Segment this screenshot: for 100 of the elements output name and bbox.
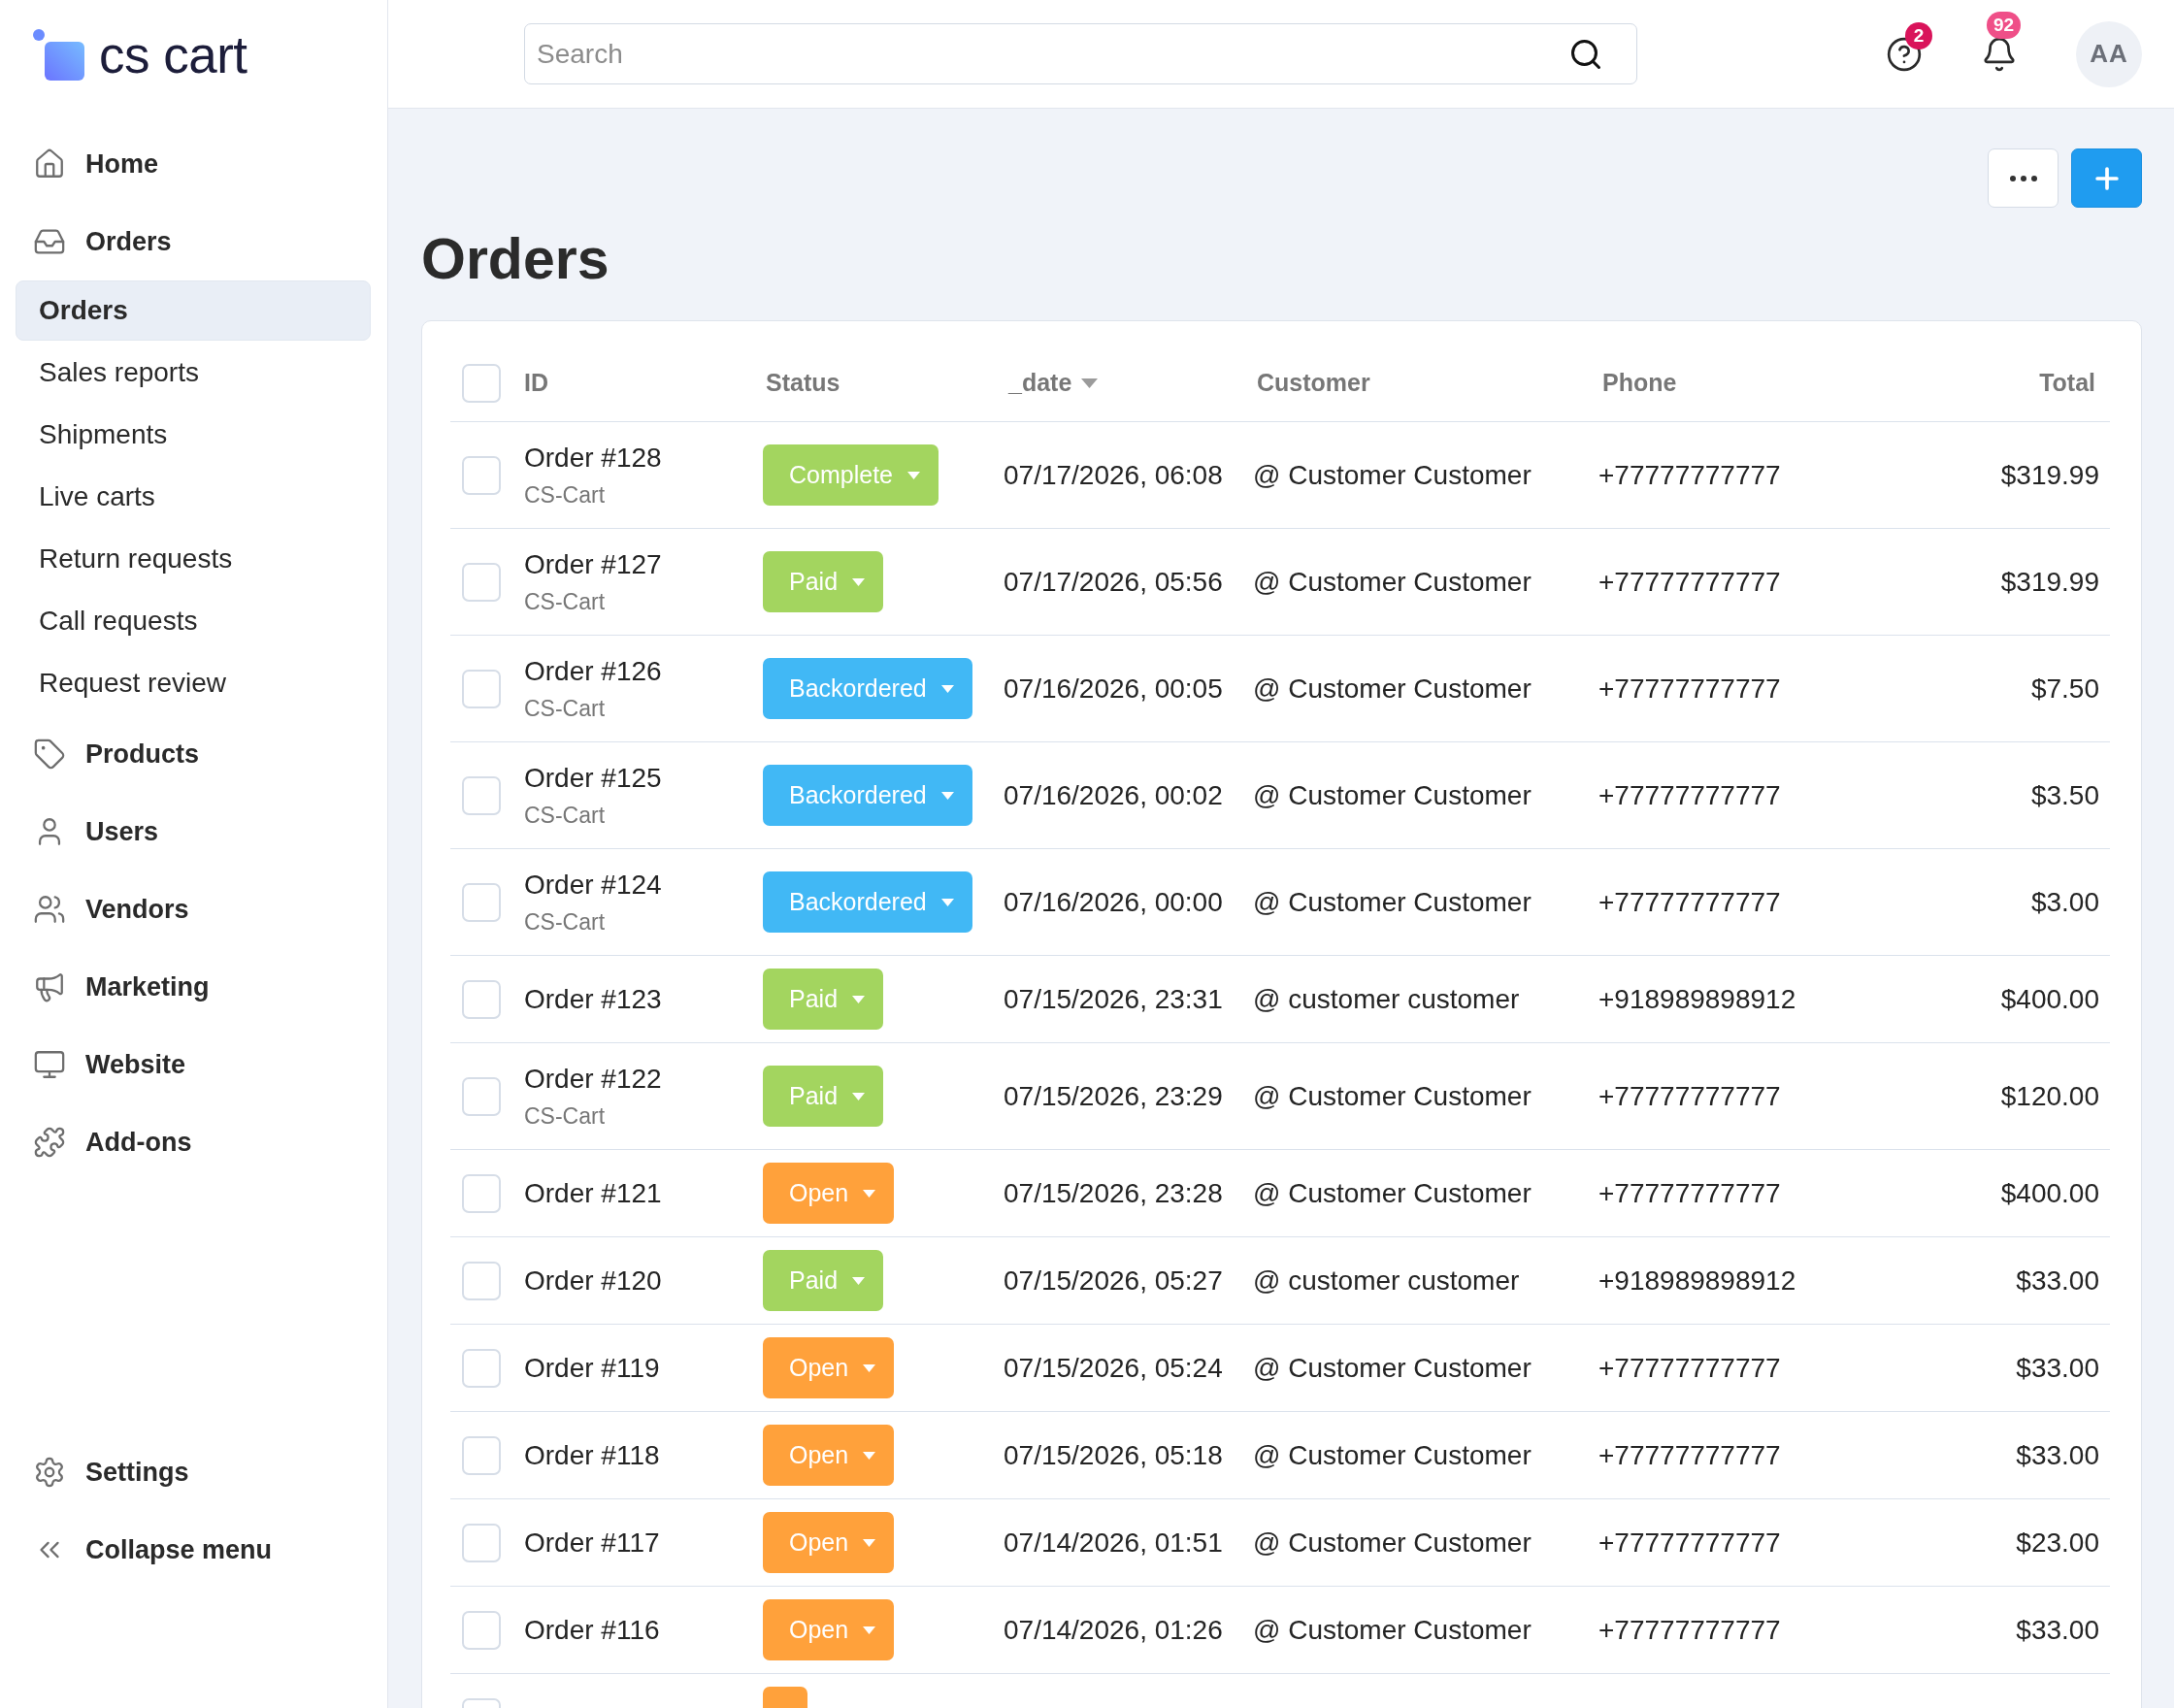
phone-number: +77777777777 [1598,565,1781,599]
order-total: $400.00 [2000,1176,2099,1210]
nav-subitem[interactable]: Call requests [16,591,371,651]
order-id[interactable]: Order #116 [524,1612,660,1648]
checkbox[interactable] [462,1076,501,1116]
add-button[interactable] [2071,148,2142,208]
nav-item[interactable]: Marketing [0,948,387,1026]
customer-name[interactable]: @ Customer Customer [1253,564,1532,600]
nav-item[interactable]: Website [0,1026,387,1103]
checkbox[interactable] [462,363,501,403]
column-header[interactable]: Phone [1602,369,1677,397]
caret-down-icon [852,1092,866,1100]
settings-icon [33,1456,66,1489]
phone-number: +77777777777 [1598,458,1781,492]
order-id[interactable]: Order #117 [524,1525,660,1560]
checkbox[interactable] [462,1173,501,1213]
customer-name[interactable]: @ Customer Customer [1253,1525,1532,1560]
caret-down-icon [863,1363,876,1372]
user-avatar[interactable]: AA [2076,20,2142,87]
customer-name[interactable]: @ Customer Customer [1253,884,1532,920]
nav-subitem[interactable]: Live carts [16,467,371,527]
nav-subitem[interactable]: Orders [16,280,371,341]
order-total: $3.00 [2030,885,2099,919]
nav-subitem[interactable]: Sales reports [16,343,371,403]
nav-item[interactable]: Users [0,793,387,870]
caret-down-icon [863,1451,876,1460]
nav-item[interactable]: Collapse menu [0,1511,387,1589]
order-id[interactable]: Order #127 [524,547,662,582]
order-id[interactable]: Order #122 [524,1062,662,1097]
order-date: 07/15/2026, 23:29 [1004,1079,1223,1113]
checkbox[interactable] [462,979,501,1019]
customer-name[interactable]: @ Customer Customer [1253,457,1532,493]
order-id[interactable]: Order #125 [524,761,662,796]
column-header[interactable]: Total [2039,369,2095,397]
customer-name[interactable]: @ Customer Customer [1253,1350,1532,1386]
checkbox[interactable] [462,882,501,922]
customer-name[interactable]: @ Customer Customer [1253,1612,1532,1648]
caret-down-icon [940,684,954,693]
order-id[interactable]: Order #119 [524,1350,660,1386]
order-id[interactable]: Order #128 [524,441,662,476]
checkbox[interactable] [462,669,501,708]
phone-number: +77777777777 [1598,1613,1781,1647]
order-id[interactable]: Order #118 [524,1437,660,1473]
column-header[interactable]: Status [766,369,840,397]
order-date: 07/15/2026, 05:27 [1004,1264,1223,1297]
puzzle-icon [33,1126,66,1159]
column-header[interactable]: _date [1008,369,1072,397]
checkbox[interactable] [462,1523,501,1562]
nav-subitem[interactable]: Return requests [16,529,371,589]
store-name: CS-Cart [524,695,606,723]
order-id[interactable]: Order #121 [524,1175,662,1211]
monitor-icon [33,1048,66,1081]
checkbox[interactable] [462,1348,501,1388]
caret-down-icon [863,1538,876,1547]
nav-item[interactable]: Products [0,715,387,793]
order-id[interactable]: Order #120 [524,1263,662,1298]
checkbox[interactable] [462,1435,501,1475]
order-total: $120.00 [2000,1079,2099,1113]
customer-name[interactable]: @ Customer Customer [1253,671,1532,706]
customer-name[interactable]: @ Customer Customer [1253,777,1532,813]
more-button[interactable] [1988,148,2059,208]
page-title: Orders [421,226,610,293]
nav-item[interactable]: Vendors [0,870,387,948]
phone-number: +77777777777 [1598,1176,1781,1210]
customer-name[interactable]: @ customer customer [1253,1263,1520,1298]
customer-name[interactable]: @ Customer Customer [1253,1175,1532,1211]
store-name: CS-Cart [524,908,606,936]
checkbox[interactable] [462,562,501,602]
nav-subitem[interactable]: Request review [16,653,371,713]
order-total: $33.00 [2016,1264,2099,1297]
caret-down-icon [852,577,866,586]
order-total: $319.99 [2000,458,2099,492]
order-id[interactable]: Order #123 [524,981,662,1017]
checkbox[interactable] [462,455,501,495]
phone-number: +77777777777 [1598,1079,1781,1113]
customer-name[interactable]: @ Customer Customer [1253,1437,1532,1473]
store-name: CS-Cart [524,588,606,616]
checkbox[interactable] [462,1261,501,1300]
order-date: 07/16/2026, 00:02 [1004,778,1223,812]
order-id[interactable]: Order #126 [524,654,662,689]
customer-name[interactable]: @ customer customer [1253,981,1520,1017]
checkbox[interactable] [462,1610,501,1650]
nav-subitem[interactable]: Shipments [16,405,371,465]
caret-down-icon [863,1626,876,1634]
order-date: 07/14/2026, 01:51 [1004,1526,1223,1560]
nav-item[interactable]: Add-ons [0,1103,387,1181]
caret-down-icon [852,1276,866,1285]
column-header[interactable]: Customer [1257,369,1370,397]
checkbox[interactable] [462,775,501,815]
search-input[interactable]: Search [537,38,1557,70]
order-date: 07/16/2026, 00:00 [1004,885,1223,919]
sort-caret-icon[interactable] [1081,378,1099,388]
nav-item[interactable]: Orders [0,203,387,280]
column-header[interactable]: ID [524,369,548,397]
order-id[interactable]: Order #124 [524,868,662,903]
nav-item[interactable]: Settings [0,1433,387,1511]
nav-item[interactable]: Home [0,125,387,203]
order-total: $400.00 [2000,982,2099,1016]
search-field[interactable]: Search [524,23,1637,84]
customer-name[interactable]: @ Customer Customer [1253,1078,1532,1114]
